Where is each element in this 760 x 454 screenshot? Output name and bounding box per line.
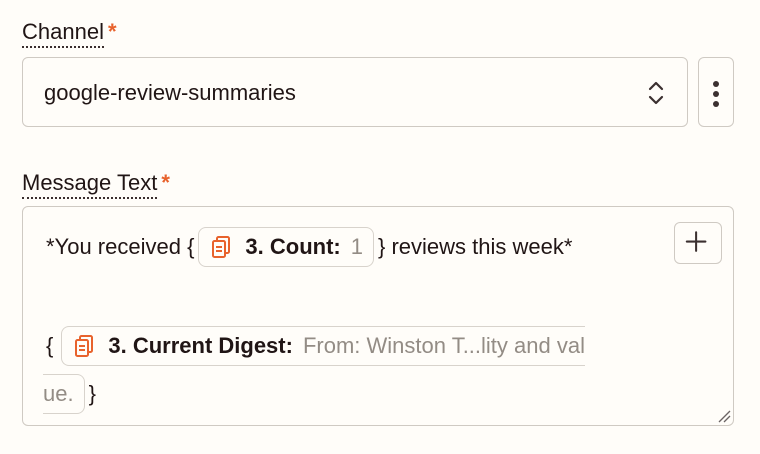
document-stack-icon <box>212 236 231 258</box>
message-text-label: Message Text * <box>22 170 170 199</box>
channel-label: Channel * <box>22 19 117 48</box>
digest-pill-value-continued: ue. <box>43 381 74 406</box>
line1-suffix-text: } reviews this week* <box>378 234 573 259</box>
message-text-label-text: Message Text <box>22 170 158 199</box>
message-line-3: ue. } <box>43 374 96 414</box>
document-stack-icon <box>75 335 94 357</box>
message-line-2: { 3. Current Digest: From: Winston T...l… <box>46 326 589 366</box>
message-text-editor[interactable]: *You received { 3. Count: 1 } reviews th… <box>22 206 734 426</box>
digest-variable-pill-continued[interactable]: ue. <box>43 374 85 414</box>
channel-required-mark: * <box>107 19 117 44</box>
message-required-mark: * <box>161 170 170 195</box>
insert-data-button[interactable] <box>674 222 722 264</box>
count-variable-pill[interactable]: 3. Count: 1 <box>198 227 374 267</box>
more-options-button[interactable] <box>698 57 734 127</box>
digest-pill-key: 3. Current Digest: <box>108 333 293 358</box>
message-line-1: *You received { 3. Count: 1 } reviews th… <box>46 227 572 267</box>
line1-prefix-text: *You received { <box>46 234 195 259</box>
chevron-up-down-icon <box>648 81 664 105</box>
digest-pill-value: From: Winston T...lity and val <box>302 333 585 358</box>
resize-handle-icon[interactable] <box>717 409 731 423</box>
channel-select-value: google-review-summaries <box>44 80 296 105</box>
channel-label-text: Channel <box>22 19 104 48</box>
digest-variable-pill[interactable]: 3. Current Digest: From: Winston T...lit… <box>61 326 585 366</box>
channel-select[interactable]: google-review-summaries <box>22 57 688 127</box>
count-pill-value: 1 <box>350 234 363 259</box>
plus-icon <box>685 231 707 252</box>
line2-prefix-text: { <box>46 333 54 358</box>
count-pill-key: 3. Count: <box>245 234 341 259</box>
line3-suffix-text: } <box>88 381 96 406</box>
